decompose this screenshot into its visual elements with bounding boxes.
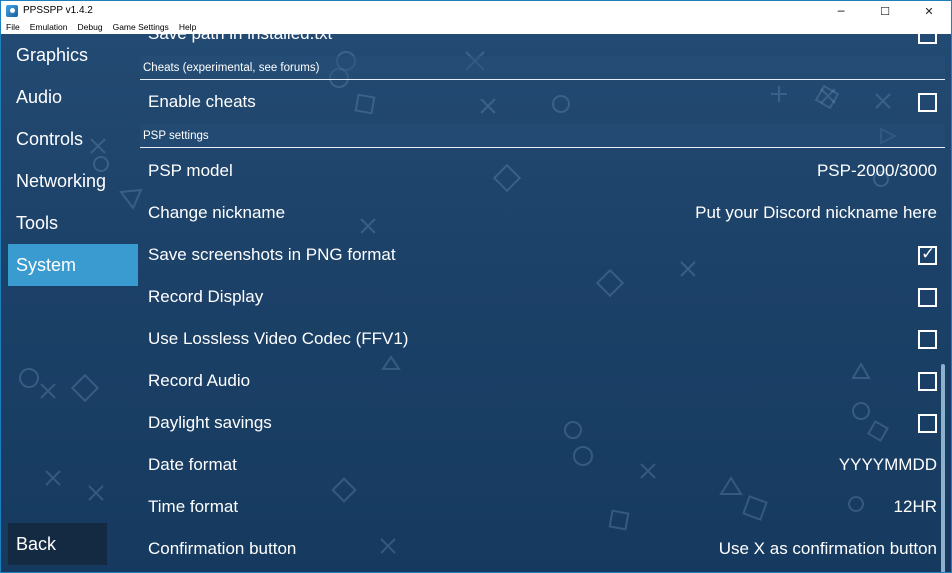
setting-psp-model[interactable]: PSP model PSP-2000/3000 xyxy=(140,150,945,192)
category-sidebar: Graphics Audio Controls Networking Tools… xyxy=(8,34,138,286)
setting-label: Date format xyxy=(148,455,237,474)
title-bar: PPSSPP v1.4.2 ─ ☐ ✕ xyxy=(0,0,952,20)
window-controls: ─ ☐ ✕ xyxy=(819,1,951,21)
checkbox[interactable] xyxy=(918,329,937,349)
setting-label: Time format xyxy=(148,497,239,516)
checkbox[interactable] xyxy=(918,34,937,44)
back-button[interactable]: Back xyxy=(8,523,107,565)
sidebar-item-audio[interactable]: Audio xyxy=(8,76,138,118)
setting-label: Record Display xyxy=(148,287,264,306)
setting-time-format[interactable]: Time format 12HR xyxy=(140,486,945,528)
setting-label: Daylight savings xyxy=(148,413,272,432)
menu-emulation[interactable]: Emulation xyxy=(25,22,73,32)
checkbox[interactable] xyxy=(918,413,937,433)
setting-label: Change nickname xyxy=(148,203,286,222)
app-canvas: Graphics Audio Controls Networking Tools… xyxy=(0,34,952,573)
setting-date-format[interactable]: Date format YYYYMMDD xyxy=(140,444,945,486)
setting-enable-cheats[interactable]: Enable cheats xyxy=(140,81,945,123)
scrollbar[interactable] xyxy=(941,364,945,572)
setting-save-screenshots-png[interactable]: Save screenshots in PNG format ✓ xyxy=(140,234,945,276)
menu-help[interactable]: Help xyxy=(174,22,201,32)
section-header-psp: PSP settings xyxy=(140,124,945,148)
section-title: PSP settings xyxy=(143,129,209,142)
sidebar-item-graphics[interactable]: Graphics xyxy=(8,34,138,76)
checkbox[interactable] xyxy=(918,287,937,307)
minimize-icon[interactable]: ─ xyxy=(819,1,863,21)
menu-file[interactable]: File xyxy=(1,22,25,32)
setting-label: Save path in installed.txt xyxy=(148,34,332,44)
checkbox-checked[interactable]: ✓ xyxy=(918,243,937,265)
section-title: Cheats (experimental, see forums) xyxy=(143,61,320,74)
setting-value: Put your Discord nickname here xyxy=(695,203,937,222)
setting-value: YYYYMMDD xyxy=(838,455,937,474)
setting-label: Record Audio xyxy=(148,371,251,390)
setting-lossless-video-codec[interactable]: Use Lossless Video Codec (FFV1) xyxy=(140,318,945,360)
checkbox[interactable] xyxy=(918,92,937,112)
window-title: PPSSPP v1.4.2 xyxy=(23,5,93,16)
setting-label: Use Lossless Video Codec (FFV1) xyxy=(148,329,409,348)
maximize-icon[interactable]: ☐ xyxy=(863,1,907,21)
menu-debug[interactable]: Debug xyxy=(73,22,108,32)
setting-record-audio[interactable]: Record Audio xyxy=(140,360,945,402)
setting-confirmation-button[interactable]: Confirmation button Use X as confirmatio… xyxy=(140,528,945,570)
setting-label: Confirmation button xyxy=(148,539,297,558)
setting-value: Use X as confirmation button xyxy=(718,539,937,558)
settings-list: Save path in installed.txt Cheats (exper… xyxy=(140,34,945,572)
ppsspp-app-icon xyxy=(6,4,18,17)
setting-daylight-savings[interactable]: Daylight savings xyxy=(140,402,945,444)
setting-save-path-installed[interactable]: Save path in installed.txt xyxy=(140,34,945,55)
menu-bar: File Emulation Debug Game Settings Help xyxy=(0,20,952,34)
sidebar-item-controls[interactable]: Controls xyxy=(8,118,138,160)
sidebar-item-tools[interactable]: Tools xyxy=(8,202,138,244)
setting-label: Save screenshots in PNG format xyxy=(148,245,396,264)
close-icon[interactable]: ✕ xyxy=(907,1,951,21)
menu-game-settings[interactable]: Game Settings xyxy=(108,22,174,32)
setting-value: PSP-2000/3000 xyxy=(816,161,937,180)
checkbox[interactable] xyxy=(918,371,937,391)
setting-label: Enable cheats xyxy=(148,92,256,111)
setting-change-nickname[interactable]: Change nickname Put your Discord nicknam… xyxy=(140,192,945,234)
section-header-cheats: Cheats (experimental, see forums) xyxy=(140,56,945,80)
setting-value: 12HR xyxy=(893,497,937,516)
setting-record-display[interactable]: Record Display xyxy=(140,276,945,318)
sidebar-item-networking[interactable]: Networking xyxy=(8,160,138,202)
setting-label: PSP model xyxy=(148,161,233,180)
checkmark-icon: ✓ xyxy=(921,243,936,264)
sidebar-item-system[interactable]: System xyxy=(8,244,138,286)
